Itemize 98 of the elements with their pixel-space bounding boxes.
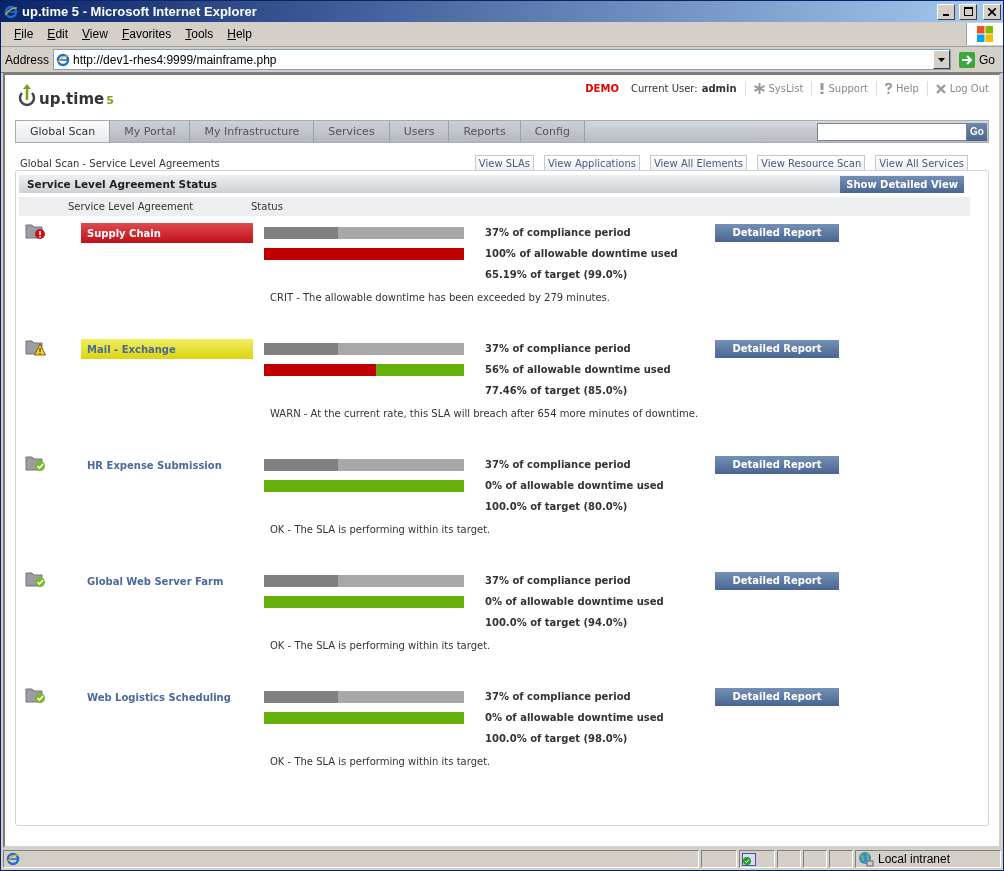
folder-error-icon <box>25 222 46 240</box>
target-text: 100.0% of target (80.0%) <box>485 501 629 512</box>
maximize-icon <box>963 7 973 16</box>
status-message: OK - The SLA is performing within its target. <box>269 524 492 535</box>
header-link[interactable]: Log Out <box>926 81 989 96</box>
view-button[interactable]: View Resource Scan <box>757 155 866 170</box>
view-button[interactable]: View All Elements <box>649 155 748 170</box>
breadcrumb: Global Scan - Service Level Agreements <box>20 158 220 169</box>
nav-tab[interactable]: My Infrastructure <box>190 121 315 142</box>
folder-check-icon <box>25 454 46 472</box>
view-button[interactable]: View All Services <box>875 155 968 170</box>
go-button[interactable]: Go <box>955 51 999 68</box>
close-button[interactable] <box>983 3 1001 20</box>
caret-icon <box>938 57 945 62</box>
sla-name[interactable]: Supply Chain <box>81 223 253 243</box>
menu-item[interactable]: Edit <box>40 27 76 41</box>
browser-icon <box>4 4 18 19</box>
zone-label: Local intranet <box>878 852 951 866</box>
globe-icon <box>858 851 874 867</box>
windows-logo-icon <box>976 25 994 43</box>
downtime-text: 100% of allowable downtime used <box>485 248 679 259</box>
arrow-icon <box>959 51 975 68</box>
minimize-icon <box>943 13 949 16</box>
detailed-report-button[interactable]: Detailed Report <box>715 687 839 706</box>
search-go-button[interactable]: Go <box>967 122 987 141</box>
nav-tab[interactable]: Services <box>314 121 390 142</box>
header-link[interactable]: Support <box>811 81 876 96</box>
logo-text: up.time <box>39 91 105 107</box>
menu-item[interactable]: Favorites <box>114 27 179 41</box>
detailed-report-button[interactable]: Detailed Report <box>715 339 839 358</box>
detailed-report-button[interactable]: Detailed Report <box>715 571 839 590</box>
column-header: Service Level Agreement <box>67 201 195 212</box>
downtime-text: 0% of allowable downtime used <box>485 480 665 491</box>
show-detailed-view-button[interactable]: Show Detailed View <box>840 175 964 193</box>
target-text: 65.19% of target (99.0%) <box>485 269 629 280</box>
view-button[interactable]: View Applications <box>543 155 640 170</box>
panel-title: Service Level Agreement Status <box>27 178 218 190</box>
nav-tab[interactable]: Global Scan <box>16 121 111 142</box>
menu-item[interactable]: Help <box>220 27 259 41</box>
target-text: 100.0% of target (98.0%) <box>485 733 629 744</box>
status-message: OK - The SLA is performing within its target. <box>269 640 492 651</box>
folder-check-icon <box>25 686 46 704</box>
nav-tab[interactable]: My Portal <box>110 121 191 142</box>
compliance-text: 37% of compliance period <box>485 459 632 470</box>
close-icon <box>935 83 946 94</box>
nav-tab[interactable]: Config <box>520 121 585 142</box>
demo-label: DEMO <box>585 83 619 94</box>
target-text: 77.46% of target (85.0%) <box>485 385 629 396</box>
status-message: CRIT - The allowable downtime has been exceeded by 279 minutes. <box>269 292 611 303</box>
window-title: up.time 5 - Microsoft Internet Explorer <box>22 4 258 19</box>
sla-name[interactable]: Global Web Server Farm <box>81 571 253 591</box>
address-field[interactable]: http://dev1-rhes4:9999/mainframe.php <box>53 49 951 70</box>
status-message: WARN - At the current rate, this SLA will breach after 654 more minutes of downtime. <box>269 408 700 419</box>
power-arrow-icon <box>17 83 37 107</box>
header-link[interactable]: SysList <box>744 81 812 96</box>
folder-check-icon <box>25 570 46 588</box>
menu-item[interactable]: Tools <box>178 27 221 41</box>
menu-item[interactable]: View <box>75 27 115 41</box>
status-pane <box>701 850 737 868</box>
asterisk-icon <box>753 83 765 94</box>
dropdown-button[interactable] <box>933 50 950 69</box>
compliance-text: 37% of compliance period <box>485 343 632 354</box>
exclamation-icon <box>820 83 825 94</box>
folder-warning-icon <box>25 338 46 356</box>
user-name: admin <box>701 83 737 94</box>
nav-tab[interactable]: Reports <box>449 121 521 142</box>
search-field[interactable] <box>817 122 967 141</box>
logo-version: 5 <box>106 94 114 107</box>
status-pane <box>777 850 801 868</box>
browser-icon <box>56 52 71 67</box>
minimize-button[interactable] <box>937 3 955 20</box>
browser-icon <box>6 852 20 866</box>
downtime-text: 0% of allowable downtime used <box>485 596 665 607</box>
detailed-report-button[interactable]: Detailed Report <box>715 455 839 474</box>
compliance-text: 37% of compliance period <box>485 691 632 702</box>
status-pane <box>803 850 827 868</box>
sla-name[interactable]: Web Logistics Scheduling <box>81 687 253 707</box>
column-header: Status <box>250 201 284 212</box>
close-icon <box>988 7 996 16</box>
menu-item[interactable]: File <box>7 27 41 41</box>
nav-tab[interactable]: Users <box>389 121 450 142</box>
popup-blocker-icon <box>742 852 756 866</box>
user-label: Current User: <box>630 83 698 94</box>
header-link[interactable]: Help <box>876 81 927 96</box>
status-message: OK - The SLA is performing within its target. <box>269 756 492 767</box>
downtime-text: 56% of allowable downtime used <box>485 364 672 375</box>
target-text: 100.0% of target (94.0%) <box>485 617 629 628</box>
address-label: Address <box>5 52 50 67</box>
maximize-button[interactable] <box>959 3 977 20</box>
view-button[interactable]: View SLAs <box>474 155 534 170</box>
status-pane <box>829 850 853 868</box>
downtime-text: 0% of allowable downtime used <box>485 712 665 723</box>
sla-name[interactable]: HR Expense Submission <box>81 455 253 475</box>
sla-name[interactable]: Mail - Exchange <box>81 339 253 359</box>
question-icon <box>885 83 892 94</box>
compliance-text: 37% of compliance period <box>485 575 632 586</box>
detailed-report-button[interactable]: Detailed Report <box>715 223 839 242</box>
compliance-text: 37% of compliance period <box>485 227 632 238</box>
